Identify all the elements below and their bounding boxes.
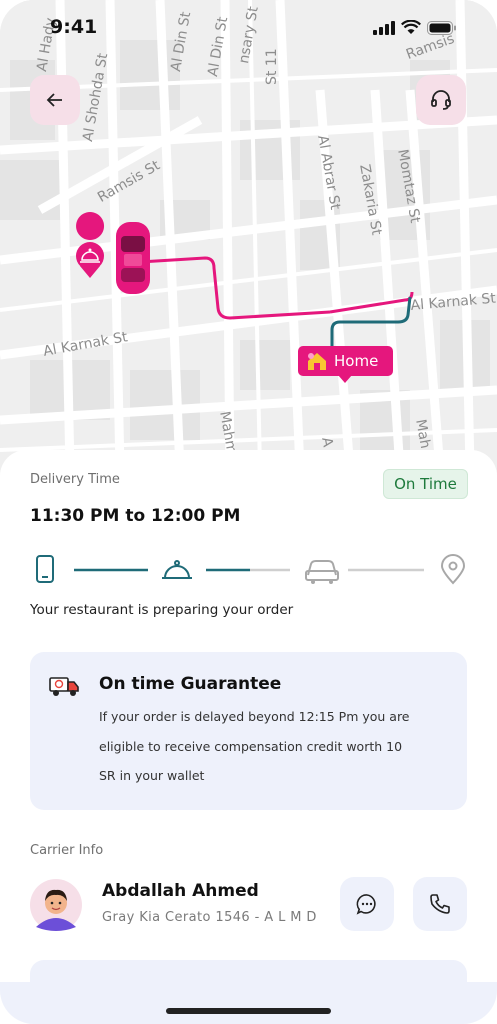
status-time: 9:41 <box>50 16 98 38</box>
map-view[interactable]: Al Hady Al Shohda St Al Din St Al Din St… <box>0 0 497 470</box>
driver-car-icon <box>116 222 150 294</box>
house-icon <box>308 353 326 370</box>
phone-screen: Al Hady Al Shohda St Al Din St Al Din St… <box>0 0 497 1024</box>
delivery-time-label: Delivery Time <box>30 472 120 487</box>
home-indicator-area <box>0 982 497 1024</box>
chat-carrier-button[interactable] <box>340 877 394 931</box>
street-label: St 11 <box>264 48 280 85</box>
back-button[interactable] <box>30 75 80 125</box>
on-time-guarantee-card: On time Guarantee If your order is delay… <box>30 652 467 810</box>
guarantee-text-line: eligible to receive compensation credit … <box>99 739 403 754</box>
headset-icon <box>431 90 451 110</box>
car-icon <box>305 560 339 584</box>
battery-icon <box>427 20 456 35</box>
location-pin-icon <box>440 554 466 585</box>
home-destination-tag[interactable]: Home <box>298 346 393 383</box>
delivery-time-range: 11:30 PM to 12:00 PM <box>30 506 241 526</box>
cloche-icon <box>162 560 192 579</box>
support-button[interactable] <box>416 75 466 125</box>
home-indicator[interactable] <box>166 1008 331 1014</box>
arrow-left-icon <box>46 93 62 107</box>
phone-call-icon <box>430 894 450 914</box>
map-streets-graphic <box>0 0 497 470</box>
guarantee-text-line: SR in your wallet <box>99 768 205 783</box>
wifi-icon <box>401 20 421 34</box>
carrier-info-label: Carrier Info <box>30 843 104 858</box>
guarantee-title: On time Guarantee <box>99 674 282 694</box>
carrier-name: Abdallah Ahmed <box>102 881 259 901</box>
on-time-status-badge: On Time <box>383 469 468 499</box>
phone-icon <box>36 555 54 583</box>
progress-message: Your restaurant is preparing your order <box>30 602 294 618</box>
delivery-truck-icon <box>49 677 79 696</box>
cellular-signal-icon <box>373 20 395 35</box>
guarantee-text-line: If your order is delayed beyond 12:15 Pm… <box>99 709 410 724</box>
avatar <box>30 879 82 931</box>
chat-bubble-icon <box>356 894 376 915</box>
call-carrier-button[interactable] <box>413 877 467 931</box>
home-tag-label: Home <box>334 352 379 370</box>
order-progress-tracker <box>36 554 466 585</box>
carrier-vehicle: Gray Kia Cerato 1546 - A L M D <box>102 910 317 925</box>
status-icons <box>373 20 457 35</box>
